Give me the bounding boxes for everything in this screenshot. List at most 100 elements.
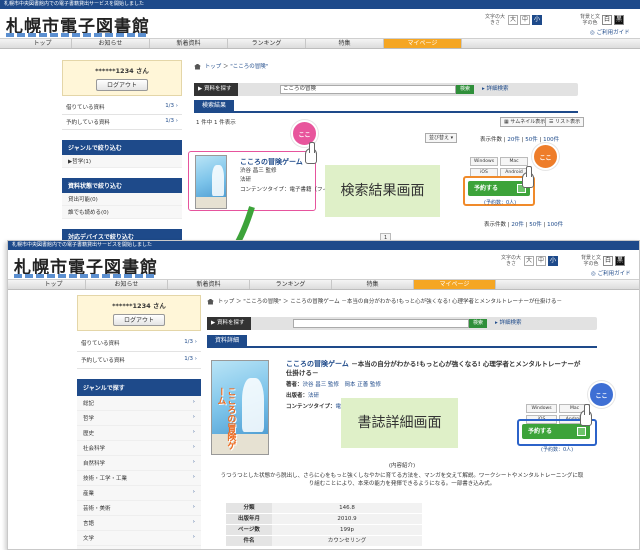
- genre-item-philosophy[interactable]: 哲学 ›: [77, 411, 201, 426]
- borrowed-row[interactable]: 借りている資料 1/3 ›: [62, 100, 182, 115]
- login-box-detail: ******1234 さん ログアウト: [77, 295, 201, 331]
- detail-publisher-link[interactable]: 法研: [308, 393, 319, 399]
- table-row: 分類 146.8: [226, 503, 422, 514]
- borrowed-row-detail[interactable]: 借りている資料 1/3 ›: [77, 335, 201, 352]
- advanced-search-link[interactable]: ▸ 詳細検索: [482, 85, 509, 94]
- nav-tab-new-arrivals[interactable]: 新着資料: [150, 39, 228, 48]
- per-page-20-bottom[interactable]: 20件: [511, 222, 524, 228]
- breadcrumb-current: "こころの冒険": [230, 64, 269, 70]
- genre-header-detail: ジャンルで探す: [77, 379, 201, 396]
- table-row: 出版年月 2010.9: [226, 513, 422, 525]
- detail-tab[interactable]: 資料詳細: [207, 335, 248, 346]
- status-filter-anyone[interactable]: 誰でも読める(0): [62, 206, 182, 219]
- fontsize-large-button[interactable]: 大: [524, 256, 534, 266]
- guide-link-detail[interactable]: ◎ ご利用ガイド: [591, 269, 631, 277]
- genre-item-technology[interactable]: 技術・工学・工業 ›: [77, 471, 201, 486]
- search-go-button[interactable]: 検索: [469, 319, 487, 328]
- nav-tab-top[interactable]: トップ: [14, 39, 72, 48]
- genre-item-history[interactable]: 歴史 ›: [77, 426, 201, 441]
- fontsize-small-button[interactable]: 小: [548, 256, 558, 266]
- nav-tab-ranking[interactable]: ランキング: [250, 280, 332, 289]
- genre-item-arts[interactable]: 芸術・美術 ›: [77, 501, 201, 516]
- results-tab-line: [194, 111, 578, 113]
- reserved-row[interactable]: 予約している資料 1/3 ›: [62, 115, 182, 130]
- fontsize-medium-button[interactable]: 中: [520, 15, 530, 25]
- color-black-button[interactable]: 黒: [615, 256, 625, 266]
- nav-tab-new-arrivals[interactable]: 新着資料: [168, 280, 250, 289]
- top-notice: 札幌市中央図書館内での電子書籍貸出サービスを開始しました: [0, 0, 640, 9]
- nav-tab-mypage[interactable]: マイページ: [384, 39, 462, 48]
- genre-filter-item[interactable]: ▶哲学(1): [62, 155, 182, 168]
- genre-item-language[interactable]: 言語 ›: [77, 516, 201, 531]
- table-row: ページ数 199p: [226, 524, 422, 536]
- detail-key: 件名: [226, 535, 272, 547]
- detail-value: 199p: [272, 524, 422, 536]
- nav-tab-features[interactable]: 特集: [332, 280, 414, 289]
- detail-title-main: こころの冒険ゲーム: [286, 360, 349, 368]
- thumbnail-view-button[interactable]: ▦ サムネイル表示: [500, 117, 550, 127]
- reserve-button[interactable]: 予約する: [468, 181, 530, 196]
- per-page-50-bottom[interactable]: 50件: [529, 222, 542, 228]
- list-view-button[interactable]: ☰ リスト表示: [545, 117, 585, 127]
- login-box: ******1234 さん ログアウト: [62, 60, 182, 96]
- genre-item-natural-science[interactable]: 自然科学 ›: [77, 456, 201, 471]
- detail-key: ページ数: [226, 524, 272, 536]
- nav-tab-news[interactable]: お知らせ: [72, 39, 150, 48]
- detail-value: 146.8: [272, 503, 422, 514]
- result-publisher[interactable]: 法研: [240, 176, 251, 185]
- color-white-button[interactable]: 白: [602, 15, 612, 25]
- detail-title: こころの冒険ゲーム －本当の自分がわかる!もっと心が強くなる! 心理学者とメンタ…: [286, 360, 586, 378]
- tap-here-marker-orange: ここ: [532, 143, 559, 170]
- advanced-search-link[interactable]: ▸ 詳細検索: [495, 319, 522, 328]
- nav-tab-news[interactable]: お知らせ: [86, 280, 168, 289]
- genre-item-general[interactable]: 総記 ›: [77, 396, 201, 411]
- per-page-20[interactable]: 20件: [507, 137, 520, 143]
- genre-item-literature[interactable]: 文学 ›: [77, 531, 201, 546]
- search-input[interactable]: こころの冒険: [280, 85, 456, 94]
- logout-button-detail[interactable]: ログアウト: [112, 314, 165, 326]
- search-category-button[interactable]: ▶ 資料を探す: [194, 83, 238, 96]
- fontsize-small-button[interactable]: 小: [532, 15, 542, 25]
- cover-title: こころの冒険ゲーム: [215, 387, 236, 451]
- per-page-label-bottom: 表示件数: [484, 222, 507, 228]
- color-black-button[interactable]: 黒: [614, 15, 624, 25]
- sort-button[interactable]: 並び替え ▾: [425, 133, 458, 143]
- main-nav-detail: トップ お知らせ 新着資料 ランキング 特集 マイページ: [8, 279, 639, 290]
- reserved-count: 1/3 ›: [165, 118, 178, 124]
- author-label: 著者：: [286, 382, 303, 388]
- nav-tab-features[interactable]: 特集: [306, 39, 384, 48]
- reserved-label: 予約している資料: [81, 358, 125, 364]
- cover-figure: [242, 377, 264, 432]
- breadcrumb-home[interactable]: トップ: [205, 64, 222, 70]
- search-input-detail[interactable]: [293, 319, 469, 328]
- site-header: 札幌市電子図書館 文字の大きさ 大 中 小 背景と文字の色 白 黒 ◎ ご利用ガ…: [0, 9, 640, 38]
- status-filter-available[interactable]: 貸出可能(0): [62, 193, 182, 206]
- color-white-button[interactable]: 白: [603, 256, 613, 266]
- fontsize-medium-button[interactable]: 中: [536, 256, 546, 266]
- home-icon[interactable]: [207, 298, 214, 305]
- genre-item-music[interactable]: 音楽›: [77, 546, 201, 549]
- color-control-detail: 背景と文字の色 白 黒: [581, 255, 625, 267]
- fontsize-label: 文字の大きさ: [484, 14, 505, 26]
- reserve-button-detail[interactable]: 予約する: [522, 424, 590, 439]
- results-tab[interactable]: 検索結果: [194, 100, 235, 111]
- reserved-row-detail[interactable]: 予約している資料 1/3 ›: [77, 352, 201, 369]
- nav-tab-mypage[interactable]: マイページ: [414, 280, 496, 289]
- nav-tab-top[interactable]: トップ: [22, 280, 86, 289]
- color-label: 背景と文字の色: [580, 14, 601, 26]
- result-title-link[interactable]: こころの冒険ゲーム: [240, 157, 303, 167]
- per-page-50[interactable]: 50件: [525, 137, 538, 143]
- nav-tab-ranking[interactable]: ランキング: [228, 39, 306, 48]
- logout-button[interactable]: ログアウト: [95, 79, 148, 91]
- genre-item-industry[interactable]: 産業 ›: [77, 486, 201, 501]
- genre-item-social-science[interactable]: 社会科学 ›: [77, 441, 201, 456]
- search-category-button[interactable]: ▶ 資料を探す: [207, 317, 251, 330]
- summary-text: うつうつとした状態から脱出し、さらに心をもっと強くしなやかに育てる方法を、マンガ…: [220, 473, 584, 487]
- per-page-100-bottom[interactable]: 100件: [547, 222, 563, 228]
- search-go-button[interactable]: 検索: [456, 85, 474, 94]
- detail-author-link[interactable]: 渋谷 昌三 監修 岡本 正善 監修: [303, 382, 382, 388]
- result-author[interactable]: 渋谷 昌三 監修: [240, 167, 277, 176]
- fontsize-large-button[interactable]: 大: [508, 15, 518, 25]
- home-icon[interactable]: [194, 63, 201, 70]
- guide-link[interactable]: ◎ ご利用ガイド: [590, 28, 630, 36]
